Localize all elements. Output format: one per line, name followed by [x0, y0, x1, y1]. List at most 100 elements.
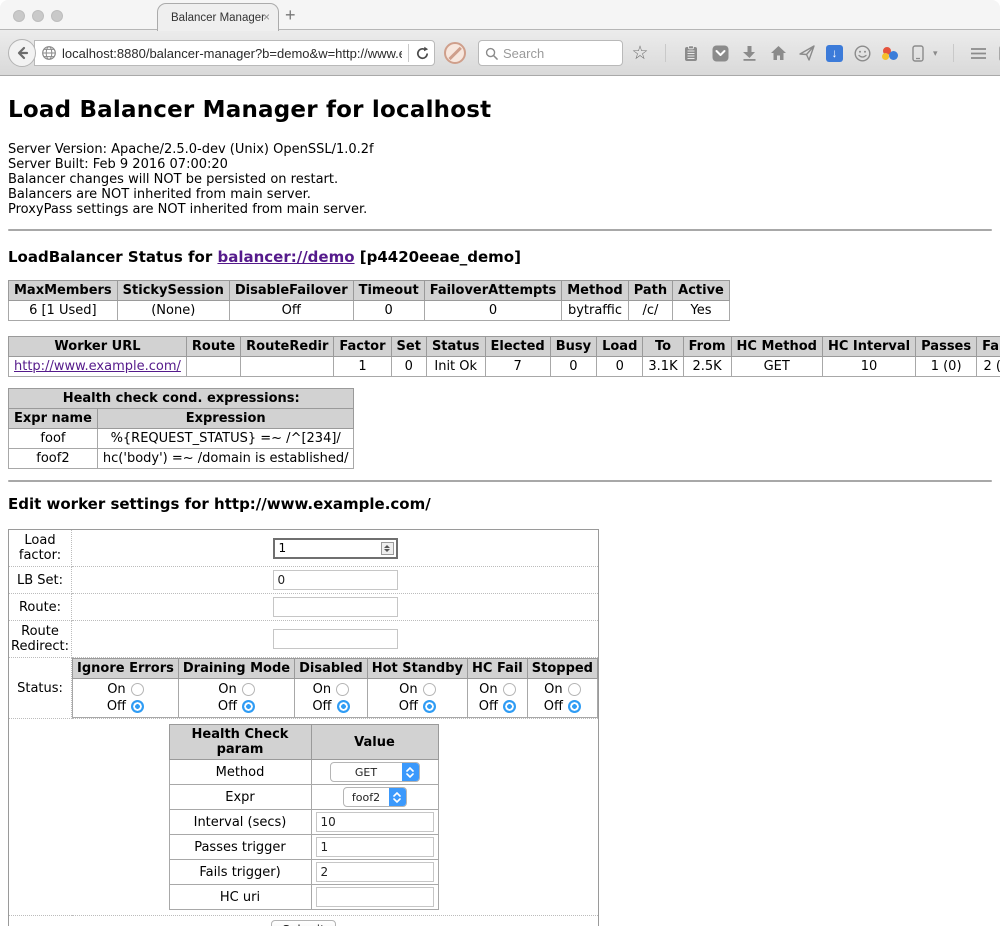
- col-failoverattempts: FailoverAttempts: [424, 281, 562, 301]
- load-factor-row: Load factor:: [9, 530, 599, 567]
- server-version-line: Server Version: Apache/2.5.0-dev (Unix) …: [8, 142, 992, 157]
- route-redirect-input[interactable]: [273, 629, 398, 649]
- draining-off-label: Off: [218, 699, 237, 714]
- divider-2: [8, 480, 992, 482]
- navigation-toolbar: localhost:8880/balancer-manager?b=demo&w…: [0, 30, 1000, 76]
- hc-passes-input[interactable]: [316, 837, 434, 857]
- route-redirect-label: Route Redirect:: [9, 621, 72, 658]
- submit-button[interactable]: Submit: [271, 920, 336, 926]
- stopped-off-radio[interactable]: [568, 700, 581, 713]
- hc-fail-on-label: On: [479, 682, 497, 697]
- ignore-errors-on-radio[interactable]: [131, 683, 144, 696]
- balancer-data-row: 6 [1 Used] (None) Off 0 0 bytraffic /c/ …: [9, 301, 730, 321]
- stopped-on-radio[interactable]: [568, 683, 581, 696]
- feedback-smiley-icon[interactable]: [852, 43, 872, 63]
- col-hc-param: Health Check param: [169, 725, 311, 760]
- status-table: Ignore Errors Draining Mode Disabled Hot…: [72, 658, 598, 718]
- hc-uri-input[interactable]: [316, 887, 434, 907]
- hc-expr-select[interactable]: foof2: [343, 787, 407, 807]
- draining-off-radio[interactable]: [242, 700, 255, 713]
- hot-standby-on-radio[interactable]: [423, 683, 436, 696]
- tab-bar: Balancer Manager × +: [0, 0, 1000, 30]
- draining-on-radio[interactable]: [242, 683, 255, 696]
- back-button[interactable]: [8, 39, 36, 67]
- route-redirect-row: Route Redirect:: [9, 621, 599, 658]
- lb-set-input[interactable]: [273, 570, 398, 590]
- download-helper-icon[interactable]: ↓: [826, 45, 843, 62]
- balancers-inherit-line: Balancers are NOT inherited from main se…: [8, 187, 992, 202]
- proxypass-inherit-line: ProxyPass settings are NOT inherited fro…: [8, 202, 992, 217]
- toolbar-divider-2: [953, 44, 954, 62]
- urlbar-divider: [408, 44, 409, 62]
- hc-fail-on-radio[interactable]: [503, 683, 516, 696]
- close-tab-icon[interactable]: ×: [263, 11, 270, 23]
- edit-worker-heading: Edit worker settings for http://www.exam…: [8, 496, 992, 513]
- route-row: Route:: [9, 594, 599, 621]
- hc-method-value: GET: [331, 763, 402, 781]
- worker-table: Worker URL Route RouteRedir Factor Set S…: [8, 336, 1000, 377]
- disabled-on-label: On: [313, 682, 331, 697]
- load-factor-label: Load factor:: [9, 530, 72, 567]
- site-identity-globe-icon: [41, 45, 57, 61]
- hc-interval-row: Interval (secs): [169, 810, 438, 835]
- window-controls: [13, 10, 63, 22]
- new-tab-button[interactable]: +: [285, 5, 296, 26]
- col-draining-mode: Draining Mode: [178, 659, 294, 679]
- disabled-on-radio[interactable]: [336, 683, 349, 696]
- adblock-disabled-icon[interactable]: [444, 42, 466, 64]
- disabled-off-radio[interactable]: [337, 700, 350, 713]
- device-sync-icon[interactable]: [908, 43, 928, 63]
- balancer-demo-link[interactable]: balancer://demo: [217, 248, 354, 266]
- worker-data-row: http://www.example.com/ 1 0 Init Ok 7 0 …: [9, 357, 1000, 377]
- reload-icon[interactable]: [415, 46, 430, 61]
- bookmark-star-icon[interactable]: ☆: [630, 43, 650, 63]
- hc-fails-row: Fails trigger): [169, 860, 438, 885]
- route-input[interactable]: [273, 597, 398, 617]
- load-factor-input[interactable]: [273, 538, 398, 559]
- tab-balancer-manager[interactable]: Balancer Manager ×: [157, 3, 279, 31]
- colored-dots-extension-icon[interactable]: [881, 44, 899, 62]
- hc-uri-row: HC uri: [169, 885, 438, 910]
- number-spinner-icon[interactable]: [381, 542, 394, 555]
- col-maxmembers: MaxMembers: [9, 281, 118, 301]
- hc-method-select[interactable]: GET: [330, 762, 420, 782]
- lb-status-prefix: LoadBalancer Status for: [8, 248, 217, 266]
- url-bar[interactable]: localhost:8880/balancer-manager?b=demo&w…: [34, 40, 435, 66]
- search-input[interactable]: [503, 46, 603, 61]
- toolbar-icons: ☆ ↓: [630, 30, 1000, 76]
- col-stickysession: StickySession: [117, 281, 229, 301]
- ignore-errors-off-radio[interactable]: [131, 700, 144, 713]
- hot-standby-off-radio[interactable]: [423, 700, 436, 713]
- page-content: Load Balancer Manager for localhost Serv…: [0, 76, 1000, 926]
- minimize-window-button[interactable]: [32, 10, 44, 22]
- hc-interval-input[interactable]: [316, 812, 434, 832]
- close-window-button[interactable]: [13, 10, 25, 22]
- worker-url-link[interactable]: http://www.example.com/: [14, 359, 181, 374]
- home-icon[interactable]: [768, 43, 788, 63]
- downloads-icon[interactable]: [739, 43, 759, 63]
- reading-list-icon[interactable]: [681, 43, 701, 63]
- lb-set-row: LB Set:: [9, 567, 599, 594]
- expr-table-title: Health check cond. expressions:: [9, 389, 354, 409]
- hc-expr-value: foof2: [344, 788, 389, 806]
- chevron-down-icon[interactable]: ▾: [933, 48, 938, 59]
- menu-hamburger-icon[interactable]: [969, 43, 989, 63]
- col-expression: Expression: [97, 409, 354, 429]
- server-info: Server Version: Apache/2.5.0-dev (Unix) …: [8, 142, 992, 217]
- toolbar-divider: [665, 44, 666, 62]
- col-hot-standby: Hot Standby: [367, 659, 467, 679]
- server-built-line: Server Built: Feb 9 2016 07:00:20: [8, 157, 992, 172]
- col-stopped: Stopped: [527, 659, 597, 679]
- search-bar[interactable]: [478, 40, 623, 66]
- col-disabled: Disabled: [295, 659, 368, 679]
- col-expr-name: Expr name: [9, 409, 98, 429]
- hc-fail-off-radio[interactable]: [503, 700, 516, 713]
- col-ignore-errors: Ignore Errors: [73, 659, 179, 679]
- url-text[interactable]: localhost:8880/balancer-manager?b=demo&w…: [62, 46, 402, 61]
- hc-method-label: Method: [169, 760, 311, 785]
- hc-fails-input[interactable]: [316, 862, 434, 882]
- send-tab-icon[interactable]: [797, 43, 817, 63]
- status-label: Status:: [9, 658, 72, 719]
- pocket-icon[interactable]: [710, 43, 730, 63]
- zoom-window-button[interactable]: [51, 10, 63, 22]
